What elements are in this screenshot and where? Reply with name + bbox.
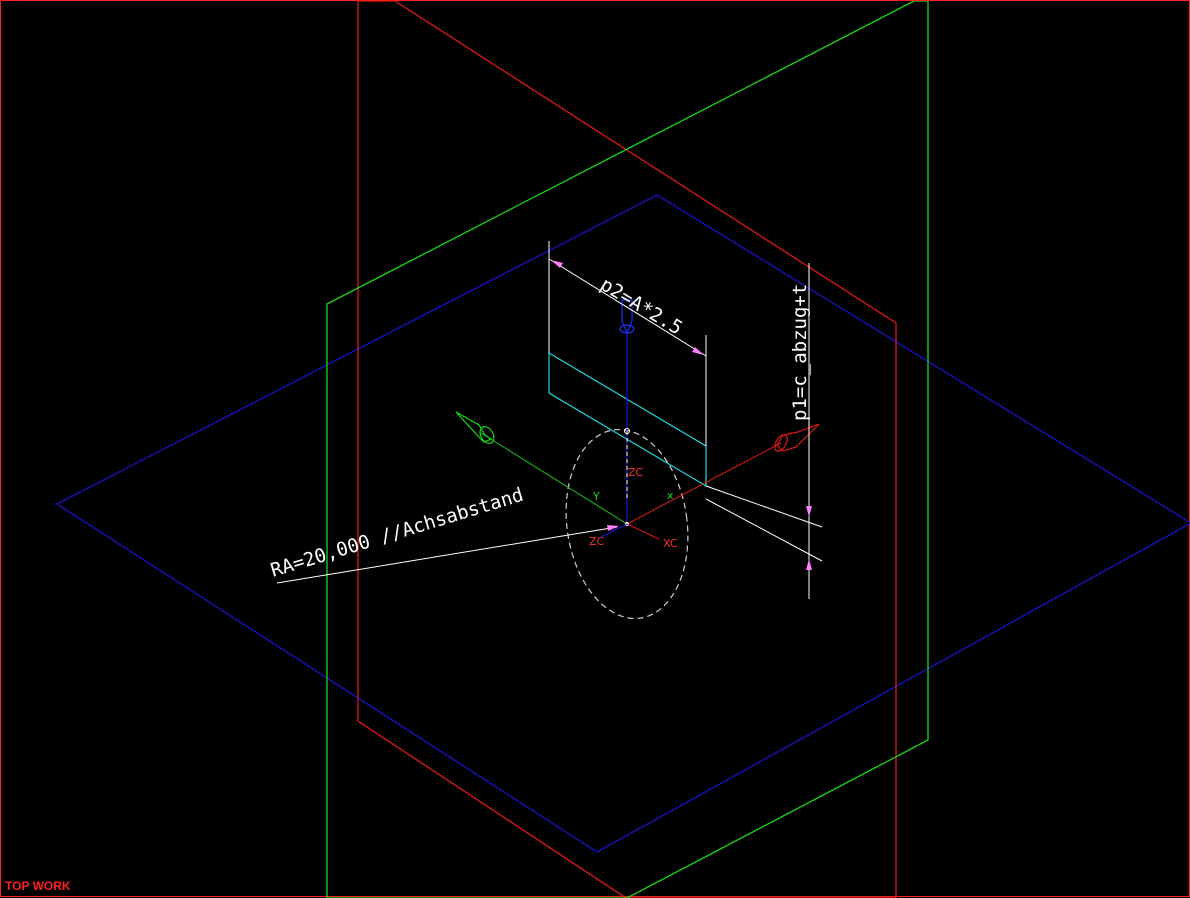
wcs-x-label: x <box>667 489 674 502</box>
wcs-z-label: ZC <box>628 466 644 479</box>
leader-arrow <box>607 525 619 531</box>
x-axis-line <box>626 442 782 525</box>
graphics-viewport[interactable]: p2=A*2.5 p1=c_abzug+t RA=20,000 //Achsab… <box>0 0 1190 898</box>
model-canvas[interactable]: p2=A*2.5 p1=c_abzug+t RA=20,000 //Achsab… <box>1 1 1190 898</box>
csys-x-label: XC <box>663 537 678 550</box>
dim-p1-arrow-top <box>806 506 812 517</box>
y-axis-cone-icon[interactable] <box>455 411 497 446</box>
csys-x-tick <box>626 523 660 540</box>
x-axis-cone-icon[interactable] <box>772 423 820 453</box>
wcs-y-label: Y <box>592 490 600 503</box>
dim-p2-text[interactable]: p2=A*2.5 <box>596 273 686 339</box>
leader-note-text[interactable]: RA=20,000 //Achsabstand <box>268 484 526 582</box>
dim-p1-text[interactable]: p1=c_abzug+t <box>789 284 811 421</box>
dim-p1-ext-bottom <box>705 498 823 562</box>
view-name-label: TOP WORK <box>5 879 71 893</box>
dim-p1-arrow-bottom <box>806 559 812 570</box>
dim-p1-ext-top <box>705 485 823 528</box>
